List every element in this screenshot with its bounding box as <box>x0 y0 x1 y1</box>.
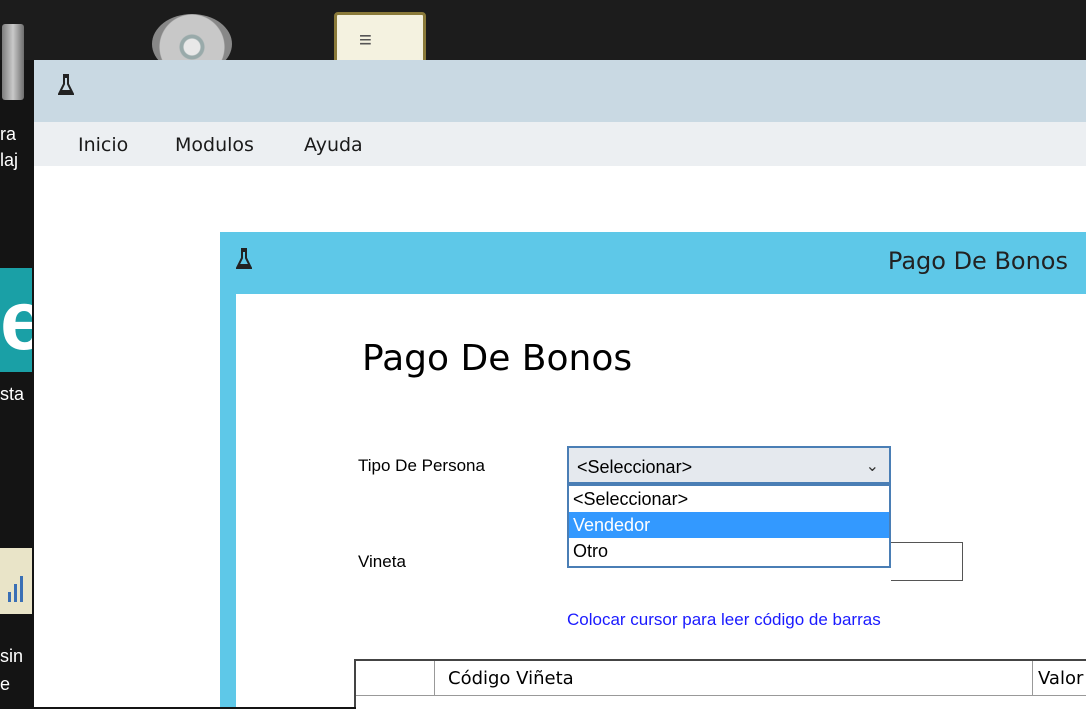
tipo-persona-dropdown-list: <Seleccionar> Vendedor Otro <box>567 484 891 568</box>
vineta-input[interactable] <box>891 542 963 581</box>
option-vendedor[interactable]: Vendedor <box>569 512 889 538</box>
option-seleccionar[interactable]: <Seleccionar> <box>569 486 889 512</box>
child-window-title: Pago De Bonos <box>887 247 1068 275</box>
desktop-label: ra <box>0 124 17 144</box>
desktop-label: sin <box>0 646 24 666</box>
app-e-icon[interactable]: e <box>0 268 32 372</box>
chevron-down-icon[interactable]: ⌄ <box>866 456 879 476</box>
page-title: Pago De Bonos <box>362 338 633 379</box>
desktop-label: e <box>0 674 11 694</box>
column-codigo-vineta[interactable]: Código Viñeta <box>448 668 574 689</box>
menu-inicio[interactable]: Inicio <box>78 134 128 156</box>
pago-bonos-window: Pago De Bonos Pago De Bonos Tipo De Pers… <box>220 232 1086 709</box>
barcode-hint-link[interactable]: Colocar cursor para leer código de barra… <box>567 610 881 630</box>
column-valor[interactable]: Valor <box>1038 668 1083 689</box>
desktop-label: sta <box>0 384 25 404</box>
chart-app-icon[interactable] <box>0 548 32 614</box>
child-client-area: Pago De Bonos Tipo De Persona <Seleccion… <box>236 294 1086 709</box>
menu-bar: Inicio Modulos Ayuda <box>34 122 1086 166</box>
main-window: Inicio Modulos Ayuda Pago De Bonos Pago … <box>34 60 1086 709</box>
flask-icon <box>236 248 252 270</box>
recycle-bin-icon[interactable] <box>0 18 26 102</box>
column-divider <box>1032 661 1033 695</box>
vineta-grid[interactable]: Código Viñeta Valor <box>354 659 1086 709</box>
child-title-bar[interactable]: Pago De Bonos <box>220 232 1086 292</box>
vineta-label: Vineta <box>358 552 406 571</box>
row-selector-header[interactable] <box>356 661 435 695</box>
main-title-bar[interactable] <box>34 60 1086 122</box>
tipo-persona-label: Tipo De Persona <box>358 456 485 475</box>
grid-header: Código Viñeta Valor <box>356 661 1086 696</box>
tipo-persona-value: <Seleccionar> <box>577 457 693 477</box>
menu-ayuda[interactable]: Ayuda <box>304 134 363 156</box>
menu-modulos[interactable]: Modulos <box>175 134 254 156</box>
flask-icon <box>58 74 74 96</box>
option-otro[interactable]: Otro <box>569 538 889 564</box>
tipo-persona-select[interactable]: <Seleccionar> ⌄ <box>567 446 891 484</box>
desktop-label: laj <box>0 150 19 170</box>
grid-body <box>356 696 1086 709</box>
